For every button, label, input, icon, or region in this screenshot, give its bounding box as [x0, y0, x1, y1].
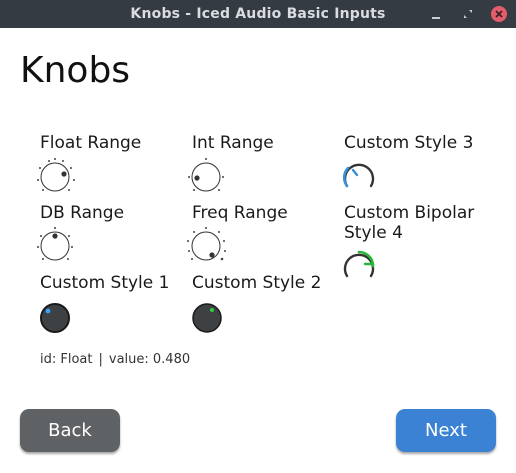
custom-style-1-knob[interactable] — [39, 302, 71, 334]
int-range-label: Int Range — [192, 133, 274, 153]
custom-style-1-label: Custom Style 1 — [40, 273, 170, 293]
custom-style-3-knob[interactable] — [341, 159, 377, 193]
next-button[interactable]: Next — [396, 409, 496, 452]
custom-style-3-label: Custom Style 3 — [344, 133, 474, 153]
db-range-label: DB Range — [40, 203, 125, 223]
close-icon — [491, 6, 507, 22]
minimize-button[interactable] — [426, 4, 446, 24]
freq-range-knob[interactable] — [185, 227, 229, 265]
page-title: Knobs — [20, 50, 131, 91]
status-readout: id: Float | value: 0.480 — [40, 352, 190, 367]
float-range-label: Float Range — [40, 133, 142, 153]
status-separator: | — [98, 352, 103, 367]
minimize-icon — [432, 17, 440, 19]
window-titlebar: Knobs - Iced Audio Basic Inputs — [0, 0, 516, 28]
maximize-button[interactable] — [458, 4, 478, 24]
close-button[interactable] — [489, 4, 509, 24]
custom-style-2-knob[interactable] — [191, 302, 223, 334]
db-range-knob[interactable] — [35, 227, 77, 265]
float-range-knob[interactable] — [35, 158, 77, 196]
custom-bipolar-label-line1: Custom Bipolar — [344, 203, 475, 223]
back-button[interactable]: Back — [20, 409, 120, 452]
status-value: value: 0.480 — [108, 352, 191, 367]
custom-bipolar-label-line2: Style 4 — [344, 223, 403, 243]
maximize-icon — [464, 10, 472, 18]
custom-bipolar-4-knob[interactable] — [341, 249, 377, 283]
freq-range-label: Freq Range — [192, 203, 288, 223]
custom-style-2-label: Custom Style 2 — [192, 273, 322, 293]
int-range-knob[interactable] — [186, 158, 228, 196]
status-id: id: Float — [40, 352, 93, 367]
